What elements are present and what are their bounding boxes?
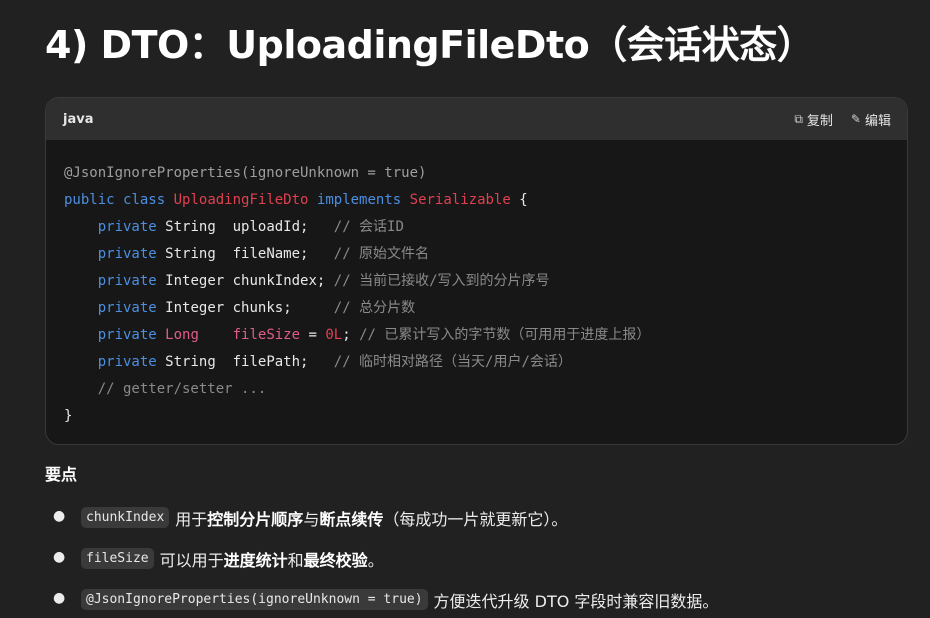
pencil-icon: ✎ — [850, 112, 861, 126]
copy-icon: ⧉ — [794, 111, 803, 126]
bullet-dot-icon: ● — [53, 508, 66, 524]
bullet-text: 方便迭代升级 DTO 字段时兼容旧数据。 — [433, 591, 719, 611]
inline-code: @JsonIgnoreProperties(ignoreUnknown = tr… — [81, 589, 428, 610]
code-block: java ⧉ 复制 ✎ 编辑 @JsonIgnoreProperties(ign… — [45, 97, 908, 445]
list-item: ● @JsonIgnoreProperties(ignoreUnknown = … — [45, 579, 915, 618]
code-line-3: private String uploadId; // 会话ID — [97, 219, 404, 235]
inline-code: chunkIndex — [81, 507, 170, 528]
copy-button[interactable]: ⧉ 复制 — [794, 110, 833, 129]
code-language-label: java — [63, 111, 94, 127]
list-item: ● fileSize 可以用于进度统计和最终校验。 — [45, 538, 915, 579]
bullet-text: 用于控制分片顺序与断点续传（每成功一片就更新它）。 — [175, 509, 568, 529]
copy-label: 复制 — [806, 113, 833, 129]
list-item: ● chunkIndex 用于控制分片顺序与断点续传（每成功一片就更新它）。 — [45, 497, 915, 538]
code-line-8: private String filePath; // 临时相对路径（当天/用户… — [97, 354, 572, 370]
bullet-list: ● chunkIndex 用于控制分片顺序与断点续传（每成功一片就更新它）。 ●… — [45, 497, 915, 618]
code-line-7: private Long fileSize = 0L; // 已累计写入的字节数… — [97, 327, 651, 343]
code-line-9: // getter/setter ... — [97, 381, 267, 397]
code-line-1: @JsonIgnoreProperties(ignoreUnknown = tr… — [64, 165, 427, 181]
code-line-6: private Integer chunks; // 总分片数 — [97, 300, 416, 316]
code-line-10: } — [64, 408, 73, 424]
code-content[interactable]: @JsonIgnoreProperties(ignoreUnknown = tr… — [46, 140, 907, 430]
page-heading: 4) DTO：UploadingFileDto（会话状态） — [45, 23, 815, 67]
code-actions: ⧉ 复制 ✎ 编辑 — [794, 110, 891, 129]
edit-button[interactable]: ✎ 编辑 — [851, 110, 891, 129]
code-line-4: private String fileName; // 原始文件名 — [97, 246, 430, 262]
code-block-header: java ⧉ 复制 ✎ 编辑 — [46, 98, 907, 140]
bullet-dot-icon: ● — [53, 549, 66, 565]
section-title: 要点 — [45, 465, 78, 484]
code-line-2: public class UploadingFileDto implements… — [64, 192, 528, 208]
code-line-5: private Integer chunkIndex; // 当前已接收/写入到… — [97, 273, 550, 289]
inline-code: fileSize — [81, 548, 154, 569]
bullet-text: 可以用于进度统计和最终校验。 — [159, 550, 384, 570]
edit-label: 编辑 — [864, 113, 891, 129]
bullet-dot-icon: ● — [53, 590, 66, 606]
